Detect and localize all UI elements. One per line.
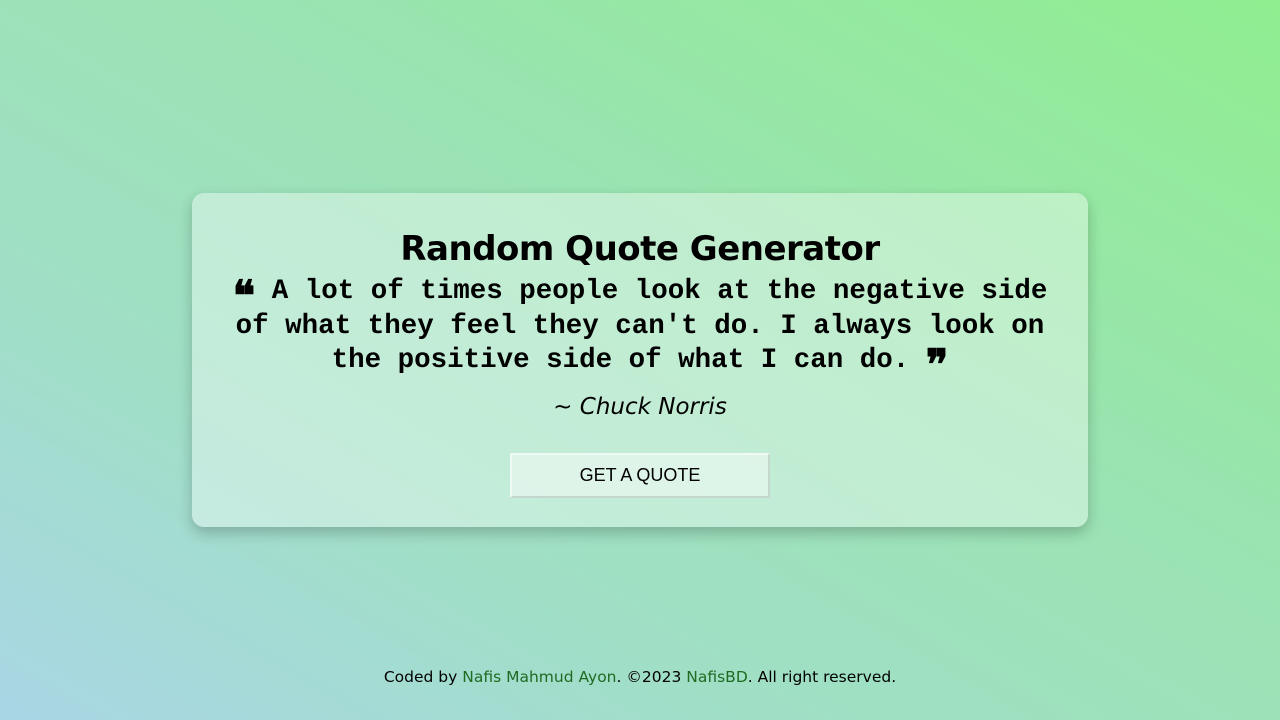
quote-author: ~ Chuck Norris bbox=[553, 394, 727, 420]
author-link[interactable]: Nafis Mahmud Ayon bbox=[462, 668, 616, 686]
footer-prefix: Coded by bbox=[383, 668, 463, 686]
footer-suffix: . All right reserved. bbox=[747, 668, 897, 686]
quote-close-icon: ❞ bbox=[925, 340, 949, 389]
brand-link[interactable]: NafisBD bbox=[686, 668, 748, 686]
page-title: Random Quote Generator bbox=[400, 229, 880, 269]
quote-open-icon: ❝ bbox=[232, 271, 256, 320]
quote-text-block: ❝ A lot of times people look at the nega… bbox=[220, 271, 1060, 389]
footer-copyright: . ©2023 bbox=[616, 668, 687, 686]
footer: Coded by Nafis Mahmud Ayon. ©2023 NafisB… bbox=[0, 666, 1280, 688]
quote-card: Random Quote Generator ❝ A lot of times … bbox=[192, 193, 1088, 527]
get-quote-button[interactable]: GET A QUOTE bbox=[510, 453, 770, 498]
